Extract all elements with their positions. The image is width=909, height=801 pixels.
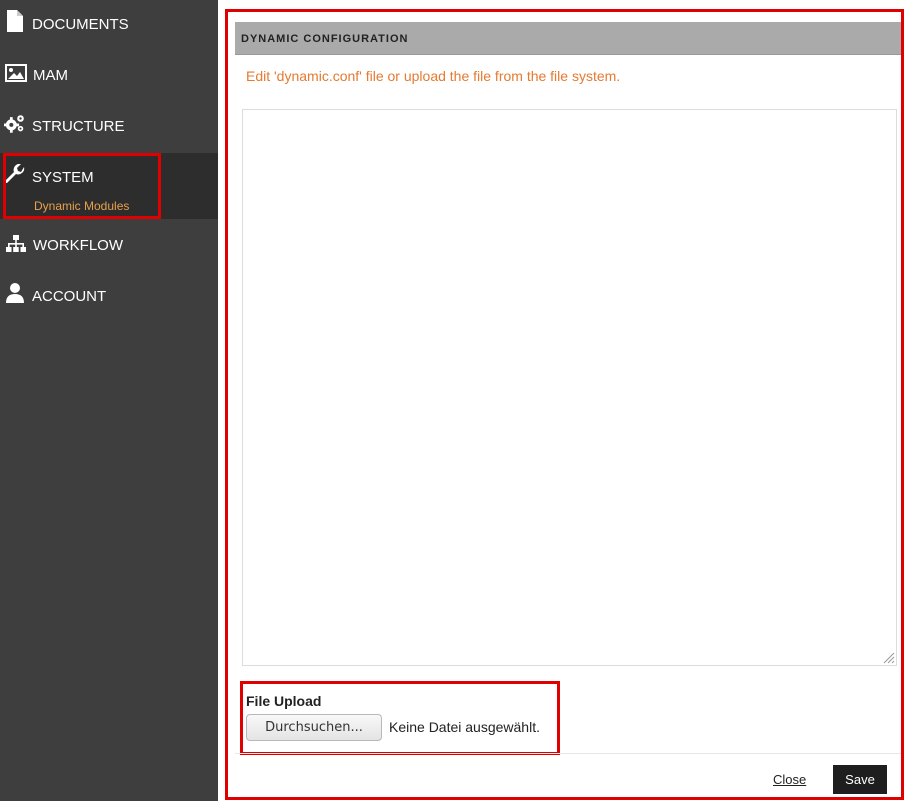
- image-icon: [5, 62, 27, 84]
- nav-label-account: ACCOUNT: [32, 288, 107, 305]
- nav-item-account[interactable]: ACCOUNT: [0, 282, 218, 308]
- nav-label-structure: STRUCTURE: [32, 118, 125, 135]
- wrench-icon: [4, 164, 26, 186]
- nav-label-documents: DOCUMENTS: [32, 16, 129, 33]
- file-upload-label: File Upload: [246, 693, 322, 709]
- nav-item-mam[interactable]: MAM: [0, 63, 218, 87]
- file-status: Keine Datei ausgewählt.: [389, 719, 540, 735]
- nav-item-structure[interactable]: STRUCTURE: [0, 114, 218, 138]
- nav-item-documents[interactable]: DOCUMENTS: [0, 10, 218, 36]
- close-link[interactable]: Close: [773, 772, 806, 787]
- sitemap-icon: [5, 233, 27, 255]
- content-gap: [218, 0, 226, 801]
- config-textarea[interactable]: [242, 109, 897, 666]
- footer-divider: [235, 753, 903, 754]
- nav-label-workflow: WORKFLOW: [33, 237, 123, 254]
- sidebar: DOCUMENTS MAM STRUCTURE SYSTEM Dynamic M…: [0, 0, 218, 801]
- sub-item-dynamic-modules[interactable]: Dynamic Modules: [34, 199, 129, 213]
- intro-text: Edit 'dynamic.conf' file or upload the f…: [246, 68, 621, 84]
- user-icon: [4, 282, 26, 304]
- nav-item-system[interactable]: SYSTEM: [0, 164, 218, 189]
- gears-icon: [4, 113, 26, 135]
- panel-header: DYNAMIC CONFIGURATION: [235, 22, 903, 55]
- document-icon: [4, 10, 26, 32]
- nav-item-workflow[interactable]: WORKFLOW: [0, 233, 218, 257]
- resize-grip-icon[interactable]: [881, 650, 895, 664]
- panel-title: DYNAMIC CONFIGURATION: [241, 33, 409, 45]
- nav-label-system: SYSTEM: [32, 169, 94, 186]
- nav-label-mam: MAM: [33, 67, 68, 84]
- save-button[interactable]: Save: [833, 765, 887, 794]
- browse-button[interactable]: Durchsuchen...: [246, 714, 382, 741]
